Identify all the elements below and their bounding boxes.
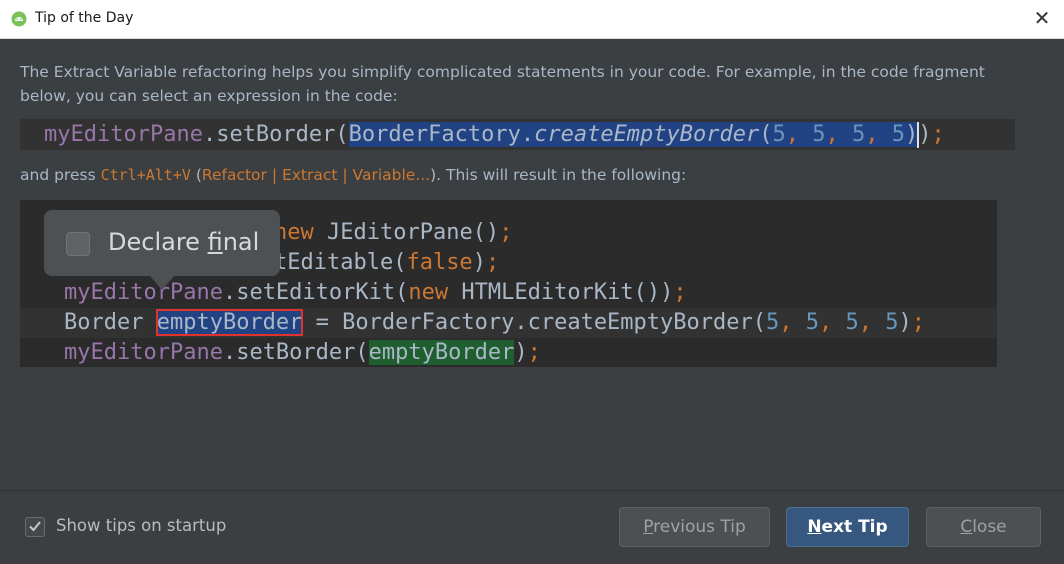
previous-tip-button[interactable]: Previous Tip	[619, 507, 770, 547]
show-tips-checkbox[interactable]	[25, 517, 45, 537]
title-bar: Tip of the Day ✕	[0, 0, 1064, 39]
shortcut-key: Ctrl+Alt+V	[100, 166, 191, 184]
declare-final-checkbox[interactable]	[66, 232, 90, 256]
next-tip-button[interactable]: Next Tip	[786, 507, 909, 547]
code-line-2: tEditable(false);	[274, 250, 500, 275]
android-studio-icon	[11, 11, 27, 27]
code-token: myEditorPane	[44, 122, 203, 147]
code-token: .setBorder(	[202, 122, 349, 147]
declare-final-label[interactable]: Declare final	[108, 228, 259, 256]
selected-expression: BorderFactory.createEmptyBorder(5, 5, 5,…	[348, 122, 919, 147]
code-line-4: Border emptyBorder = BorderFactory.creat…	[64, 309, 926, 336]
declare-final-popup: Declare final	[44, 210, 280, 276]
code-sample-before: myEditorPane.setBorder(BorderFactory.cre…	[20, 119, 1015, 150]
menu-path: Refactor | Extract | Variable...	[201, 166, 431, 184]
code-line-1: new JEditorPane();	[274, 220, 513, 245]
close-window-icon[interactable]: ✕	[1030, 6, 1054, 30]
close-button[interactable]: Close	[926, 507, 1041, 547]
popup-pointer	[150, 276, 174, 290]
code-line-5: myEditorPane.setBorder(emptyBorder);	[64, 340, 541, 365]
tip-description: The Extract Variable refactoring helps y…	[20, 63, 985, 105]
window-title: Tip of the Day	[35, 10, 134, 26]
new-variable-name[interactable]: emptyBorder	[155, 309, 304, 336]
checkmark-icon	[29, 521, 41, 532]
shortcut-instruction: and press Ctrl+Alt+V (Refactor | Extract…	[20, 166, 687, 184]
show-tips-label[interactable]: Show tips on startup	[56, 516, 226, 535]
